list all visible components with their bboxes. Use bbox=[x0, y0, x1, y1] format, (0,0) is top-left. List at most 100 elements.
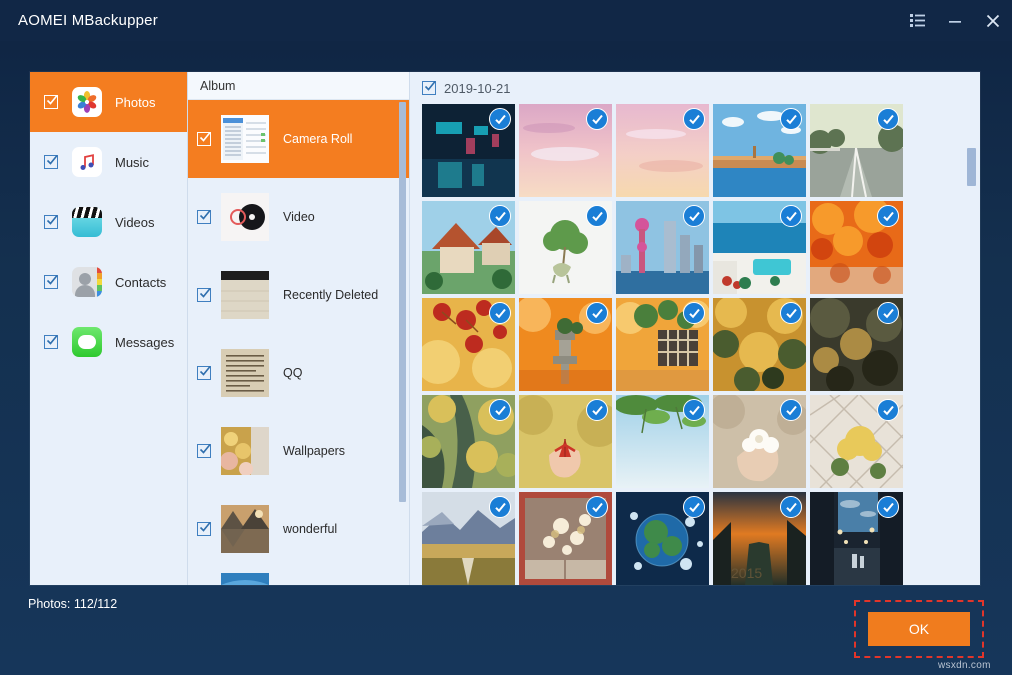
photo-selected-icon[interactable] bbox=[683, 302, 705, 324]
close-icon[interactable] bbox=[974, 0, 1012, 41]
contacts-checkbox[interactable] bbox=[44, 275, 58, 289]
album-thumbnail bbox=[221, 271, 269, 319]
album-thumbnail bbox=[221, 349, 269, 397]
photo-thumbnail[interactable] bbox=[713, 298, 806, 391]
photo-thumbnail[interactable] bbox=[519, 201, 612, 294]
album-checkbox[interactable] bbox=[197, 522, 211, 536]
photo-thumbnail[interactable] bbox=[810, 104, 903, 197]
album-thumbnail bbox=[221, 573, 269, 585]
photo-selected-icon[interactable] bbox=[586, 205, 608, 227]
album-item-label: wonderful bbox=[283, 522, 337, 536]
messages-checkbox[interactable] bbox=[44, 335, 58, 349]
photo-selected-icon[interactable] bbox=[489, 496, 511, 518]
contacts-icon bbox=[72, 267, 102, 297]
photo-selected-icon[interactable] bbox=[489, 399, 511, 421]
photo-selected-icon[interactable] bbox=[877, 108, 899, 130]
photo-selected-icon[interactable] bbox=[586, 496, 608, 518]
photo-thumbnail[interactable] bbox=[422, 104, 515, 197]
album-item-wonderful[interactable]: wonderful bbox=[188, 490, 409, 568]
sidebar-item-videos[interactable]: Videos bbox=[30, 192, 187, 252]
photo-selected-icon[interactable] bbox=[780, 108, 802, 130]
photo-thumbnail[interactable] bbox=[810, 492, 903, 585]
album-item-recently-deleted[interactable]: Recently Deleted bbox=[188, 256, 409, 334]
photo-selected-icon[interactable] bbox=[489, 205, 511, 227]
photo-thumbnail[interactable] bbox=[422, 201, 515, 294]
photo-thumbnail[interactable] bbox=[422, 492, 515, 585]
photos-checkbox[interactable] bbox=[44, 95, 58, 109]
photo-selected-icon[interactable] bbox=[877, 205, 899, 227]
ok-button-wrapper: OK bbox=[868, 612, 970, 646]
photo-selected-icon[interactable] bbox=[683, 108, 705, 130]
photo-thumbnail[interactable] bbox=[616, 395, 709, 488]
photo-thumbnail[interactable] bbox=[519, 395, 612, 488]
album-checkbox[interactable] bbox=[197, 366, 211, 380]
album-thumbnail bbox=[221, 115, 269, 163]
photo-grid-scrollbar-thumb[interactable] bbox=[967, 148, 976, 186]
photo-selected-icon[interactable] bbox=[586, 399, 608, 421]
photo-thumbnail[interactable] bbox=[616, 298, 709, 391]
album-thumbnail bbox=[221, 505, 269, 553]
photo-selected-icon[interactable] bbox=[489, 108, 511, 130]
photo-selected-icon[interactable] bbox=[877, 302, 899, 324]
album-item-label: Camera Roll bbox=[283, 132, 352, 146]
photo-selected-icon[interactable] bbox=[489, 302, 511, 324]
photo-thumbnail[interactable] bbox=[713, 395, 806, 488]
photo-thumbnail[interactable] bbox=[616, 492, 709, 585]
watermark: wsxdn.com bbox=[938, 660, 991, 671]
videos-icon bbox=[72, 207, 102, 237]
album-checkbox[interactable] bbox=[197, 444, 211, 458]
photo-selected-icon[interactable] bbox=[780, 302, 802, 324]
sidebar-item-music[interactable]: Music bbox=[30, 132, 187, 192]
album-item-label: Wallpapers bbox=[283, 444, 345, 458]
photo-selected-icon[interactable] bbox=[877, 496, 899, 518]
photo-thumbnail[interactable]: 2015 bbox=[713, 492, 806, 585]
album-item-label: QQ bbox=[283, 366, 302, 380]
photo-selected-icon[interactable] bbox=[780, 496, 802, 518]
sidebar-item-contacts[interactable]: Contacts bbox=[30, 252, 187, 312]
album-item-label: Video bbox=[283, 210, 315, 224]
album-item-video[interactable]: Video bbox=[188, 178, 409, 256]
photo-selected-icon[interactable] bbox=[586, 108, 608, 130]
photo-selected-icon[interactable] bbox=[780, 205, 802, 227]
photo-thumbnail[interactable] bbox=[519, 492, 612, 585]
sidebar-item-label: Contacts bbox=[115, 275, 166, 290]
photo-selected-icon[interactable] bbox=[586, 302, 608, 324]
messages-icon bbox=[72, 327, 102, 357]
photo-grid-panel: 2019-10-21 bbox=[410, 72, 980, 585]
videos-checkbox[interactable] bbox=[44, 215, 58, 229]
album-scrollbar-thumb[interactable] bbox=[399, 102, 406, 502]
photo-selected-icon[interactable] bbox=[683, 399, 705, 421]
photo-date-group-header: 2019-10-21 bbox=[410, 72, 980, 104]
album-item-camera-roll[interactable]: Camera Roll bbox=[188, 100, 409, 178]
album-checkbox[interactable] bbox=[197, 132, 211, 146]
photo-thumbnail[interactable] bbox=[810, 395, 903, 488]
music-checkbox[interactable] bbox=[44, 155, 58, 169]
svg-text:2015: 2015 bbox=[731, 565, 762, 581]
album-item-partial[interactable] bbox=[188, 568, 409, 585]
album-checkbox[interactable] bbox=[197, 288, 211, 302]
sidebar-item-photos[interactable]: Photos bbox=[30, 72, 187, 132]
photo-thumbnail[interactable] bbox=[713, 104, 806, 197]
list-menu-icon[interactable] bbox=[898, 0, 936, 41]
annotation-highlight-box bbox=[854, 600, 984, 658]
window-controls bbox=[898, 0, 1012, 41]
minimize-icon[interactable] bbox=[936, 0, 974, 41]
photo-thumbnail[interactable] bbox=[519, 298, 612, 391]
album-checkbox[interactable] bbox=[197, 210, 211, 224]
photo-thumbnail[interactable] bbox=[616, 104, 709, 197]
album-item-wallpapers[interactable]: Wallpapers bbox=[188, 412, 409, 490]
sidebar-item-messages[interactable]: Messages bbox=[30, 312, 187, 372]
photo-thumbnail[interactable] bbox=[519, 104, 612, 197]
photo-selected-icon[interactable] bbox=[683, 205, 705, 227]
photo-thumbnail[interactable] bbox=[810, 201, 903, 294]
photo-selected-icon[interactable] bbox=[780, 399, 802, 421]
photo-thumbnail[interactable] bbox=[810, 298, 903, 391]
photo-thumbnail[interactable] bbox=[616, 201, 709, 294]
photo-selected-icon[interactable] bbox=[683, 496, 705, 518]
photo-selected-icon[interactable] bbox=[877, 399, 899, 421]
photo-thumbnail[interactable] bbox=[422, 395, 515, 488]
date-group-checkbox[interactable] bbox=[422, 81, 436, 95]
photo-thumbnail[interactable] bbox=[713, 201, 806, 294]
album-item-qq[interactable]: QQ bbox=[188, 334, 409, 412]
photo-thumbnail[interactable] bbox=[422, 298, 515, 391]
